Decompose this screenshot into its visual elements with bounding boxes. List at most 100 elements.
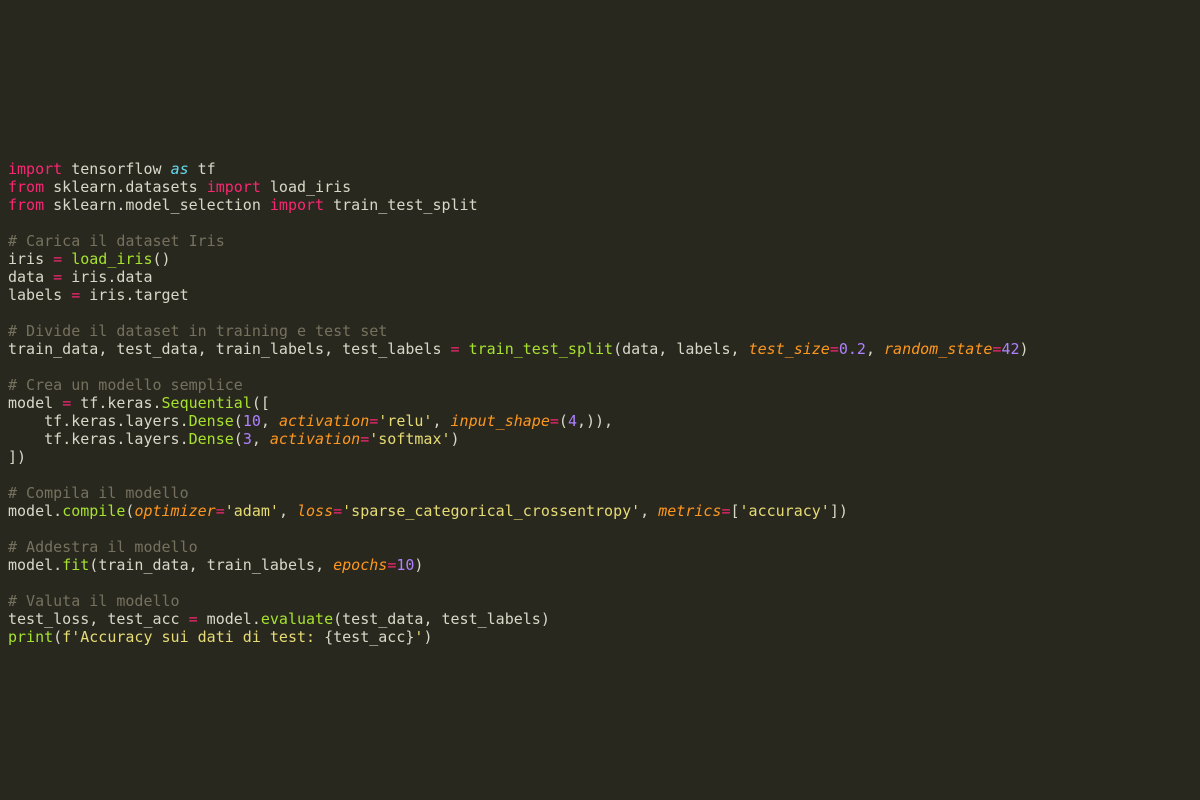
code-token: sklearn [44, 178, 116, 196]
code-token: # Crea un modello semplice [8, 376, 243, 394]
code-token: tf [71, 394, 98, 412]
code-line[interactable]: # Carica il dataset Iris [8, 232, 225, 250]
code-token: # Valuta il modello [8, 592, 180, 610]
code-token: ) [1020, 340, 1029, 358]
code-token: activation [279, 412, 369, 430]
code-line[interactable]: # Valuta il modello [8, 592, 180, 610]
code-token: ) [541, 610, 550, 628]
code-token: 'accuracy' [740, 502, 830, 520]
code-line[interactable]: from sklearn.datasets import load_iris [8, 178, 351, 196]
code-token: Dense [189, 430, 234, 448]
code-line[interactable]: # Divide il dataset in training e test s… [8, 322, 387, 340]
code-token: . [62, 430, 71, 448]
code-token: { [324, 628, 333, 646]
code-token: sklearn [44, 196, 116, 214]
code-token: Sequential [162, 394, 252, 412]
code-token: 10 [243, 412, 261, 430]
code-token: 'sparse_categorical_crossentropy' [342, 502, 640, 520]
code-token: () [153, 250, 171, 268]
code-line[interactable]: test_loss, test_acc = model.evaluate(tes… [8, 610, 550, 628]
code-token: data [622, 340, 658, 358]
code-token: iris [8, 250, 53, 268]
code-token: test_data [116, 340, 197, 358]
code-token: , [640, 502, 658, 520]
code-line[interactable]: data = iris.data [8, 268, 153, 286]
code-token: target [134, 286, 188, 304]
code-token: 10 [396, 556, 414, 574]
code-line[interactable]: labels = iris.target [8, 286, 189, 304]
code-token: , [731, 340, 749, 358]
code-token: evaluate [261, 610, 333, 628]
code-token [62, 250, 71, 268]
code-line[interactable]: tf.keras.layers.Dense(3, activation='sof… [8, 430, 460, 448]
code-line[interactable]: # Crea un modello semplice [8, 376, 243, 394]
code-token: metrics [658, 502, 721, 520]
code-token: loss [297, 502, 333, 520]
code-token: ( [234, 430, 243, 448]
code-token: labels [8, 286, 71, 304]
code-token: load_iris [261, 178, 351, 196]
code-token: = [53, 250, 62, 268]
code-line[interactable]: # Addestra il modello [8, 538, 198, 556]
code-line[interactable]: model.fit(train_data, train_labels, epoc… [8, 556, 423, 574]
code-token: f'Accuracy sui dati di test: [62, 628, 324, 646]
code-token: test_labels [342, 340, 450, 358]
code-token: . [153, 394, 162, 412]
code-token: compile [62, 502, 125, 520]
code-token: = [387, 556, 396, 574]
code-token: from [8, 178, 44, 196]
code-line[interactable]: # Compila il modello [8, 484, 189, 502]
code-line[interactable]: from sklearn.model_selection import trai… [8, 196, 478, 214]
code-token: = [830, 340, 839, 358]
code-token: from [8, 196, 44, 214]
code-token: Dense [189, 412, 234, 430]
code-token: ) [414, 556, 423, 574]
code-token: [ [730, 502, 739, 520]
code-token: ( [559, 412, 568, 430]
code-token: input_shape [451, 412, 550, 430]
code-line[interactable]: import tensorflow as tf [8, 160, 216, 178]
code-token: import [207, 178, 261, 196]
code-token: ( [53, 628, 62, 646]
code-line[interactable]: tf.keras.layers.Dense(10, activation='re… [8, 412, 613, 430]
code-token: epochs [333, 556, 387, 574]
code-line[interactable]: model.compile(optimizer='adam', loss='sp… [8, 502, 848, 520]
code-token: layers [125, 430, 179, 448]
code-token: fit [62, 556, 89, 574]
code-token: ]) [8, 448, 26, 466]
code-token: import [8, 160, 62, 178]
code-token: keras [71, 430, 116, 448]
code-token: . [53, 502, 62, 520]
code-token: # Addestra il modello [8, 538, 198, 556]
code-line[interactable]: print(f'Accuracy sui dati di test: {test… [8, 628, 432, 646]
code-token: test_size [749, 340, 830, 358]
code-token: ( [89, 556, 98, 574]
code-line[interactable]: train_data, test_data, train_labels, tes… [8, 340, 1029, 358]
code-token: 42 [1001, 340, 1019, 358]
code-token: , [324, 340, 342, 358]
code-editor[interactable]: import tensorflow as tf from sklearn.dat… [0, 0, 1200, 654]
code-token: , [423, 610, 441, 628]
code-token: iris [80, 286, 125, 304]
code-token: model [8, 394, 62, 412]
code-token: data [116, 268, 152, 286]
code-token: import [270, 196, 324, 214]
code-token: test_data [342, 610, 423, 628]
code-token: ) [423, 628, 432, 646]
code-line[interactable]: model = tf.keras.Sequential([ [8, 394, 270, 412]
code-token: = [550, 412, 559, 430]
code-line[interactable]: iris = load_iris() [8, 250, 171, 268]
code-token: tf [8, 430, 62, 448]
code-token: keras [71, 412, 116, 430]
code-token: 0.2 [839, 340, 866, 358]
code-token: # Compila il modello [8, 484, 189, 502]
code-token: = [216, 502, 225, 520]
code-token: load_iris [71, 250, 152, 268]
code-token: ]) [830, 502, 848, 520]
code-token: train_test_split [469, 340, 614, 358]
code-token: train_labels [207, 556, 315, 574]
code-token: keras [107, 394, 152, 412]
code-line[interactable]: ]) [8, 448, 26, 466]
code-token: = [62, 394, 71, 412]
code-token: data [8, 268, 53, 286]
